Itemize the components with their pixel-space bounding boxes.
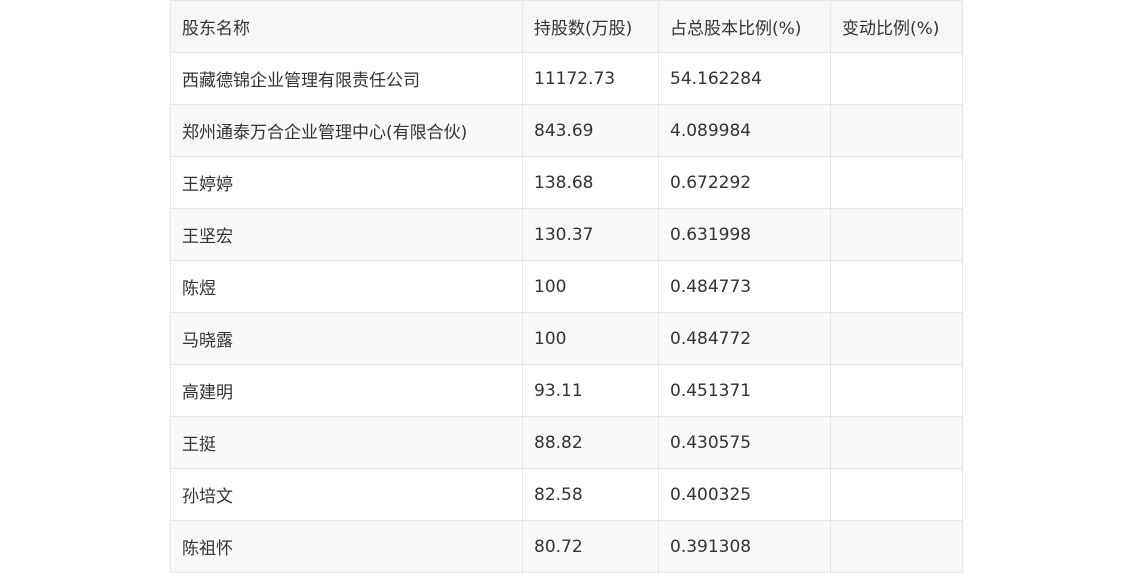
- cell-share-ratio: 4.089984: [658, 104, 831, 157]
- cell-shareholder-name: 陈祖怀: [170, 520, 523, 573]
- cell-shares-held: 100: [522, 312, 659, 365]
- header-shares-held: 持股数(万股): [522, 0, 659, 53]
- cell-shares-held: 11172.73: [522, 52, 659, 105]
- cell-change-ratio: [830, 364, 963, 417]
- cell-share-ratio: 0.400325: [658, 468, 831, 521]
- cell-shareholder-name: 西藏德锦企业管理有限责任公司: [170, 52, 523, 105]
- cell-shareholder-name: 高建明: [170, 364, 523, 417]
- cell-share-ratio: 0.391308: [658, 520, 831, 573]
- shareholder-table: 股东名称 持股数(万股) 占总股本比例(%) 变动比例(%) 西藏德锦企业管理有…: [170, 0, 963, 573]
- cell-shareholder-name: 王挺: [170, 416, 523, 469]
- cell-share-ratio: 0.631998: [658, 208, 831, 261]
- cell-shares-held: 88.82: [522, 416, 659, 469]
- table-row: 陈煜 100 0.484773: [170, 260, 963, 313]
- shareholder-table-container: 股东名称 持股数(万股) 占总股本比例(%) 变动比例(%) 西藏德锦企业管理有…: [170, 0, 963, 573]
- cell-shareholder-name: 马晓露: [170, 312, 523, 365]
- cell-share-ratio: 0.484773: [658, 260, 831, 313]
- cell-shareholder-name: 王婷婷: [170, 156, 523, 209]
- cell-shares-held: 843.69: [522, 104, 659, 157]
- cell-shares-held: 100: [522, 260, 659, 313]
- cell-share-ratio: 0.430575: [658, 416, 831, 469]
- cell-change-ratio: [830, 520, 963, 573]
- table-row: 西藏德锦企业管理有限责任公司 11172.73 54.162284: [170, 52, 963, 105]
- cell-change-ratio: [830, 416, 963, 469]
- cell-shares-held: 80.72: [522, 520, 659, 573]
- cell-share-ratio: 0.672292: [658, 156, 831, 209]
- table-row: 陈祖怀 80.72 0.391308: [170, 520, 963, 573]
- cell-change-ratio: [830, 468, 963, 521]
- cell-shareholder-name: 孙培文: [170, 468, 523, 521]
- table-header-row: 股东名称 持股数(万股) 占总股本比例(%) 变动比例(%): [170, 0, 963, 53]
- table-row: 王婷婷 138.68 0.672292: [170, 156, 963, 209]
- cell-share-ratio: 0.484772: [658, 312, 831, 365]
- header-shareholder-name: 股东名称: [170, 0, 523, 53]
- cell-shares-held: 82.58: [522, 468, 659, 521]
- cell-shareholder-name: 郑州通泰万合企业管理中心(有限合伙): [170, 104, 523, 157]
- header-share-ratio: 占总股本比例(%): [658, 0, 831, 53]
- cell-change-ratio: [830, 156, 963, 209]
- cell-shareholder-name: 王坚宏: [170, 208, 523, 261]
- cell-share-ratio: 54.162284: [658, 52, 831, 105]
- cell-shares-held: 138.68: [522, 156, 659, 209]
- cell-change-ratio: [830, 52, 963, 105]
- cell-change-ratio: [830, 312, 963, 365]
- header-change-ratio: 变动比例(%): [830, 0, 963, 53]
- table-row: 高建明 93.11 0.451371: [170, 364, 963, 417]
- cell-change-ratio: [830, 208, 963, 261]
- table-row: 孙培文 82.58 0.400325: [170, 468, 963, 521]
- cell-change-ratio: [830, 104, 963, 157]
- table-row: 王挺 88.82 0.430575: [170, 416, 963, 469]
- cell-change-ratio: [830, 260, 963, 313]
- table-row: 马晓露 100 0.484772: [170, 312, 963, 365]
- cell-shareholder-name: 陈煜: [170, 260, 523, 313]
- cell-share-ratio: 0.451371: [658, 364, 831, 417]
- table-row: 郑州通泰万合企业管理中心(有限合伙) 843.69 4.089984: [170, 104, 963, 157]
- cell-shares-held: 130.37: [522, 208, 659, 261]
- cell-shares-held: 93.11: [522, 364, 659, 417]
- table-row: 王坚宏 130.37 0.631998: [170, 208, 963, 261]
